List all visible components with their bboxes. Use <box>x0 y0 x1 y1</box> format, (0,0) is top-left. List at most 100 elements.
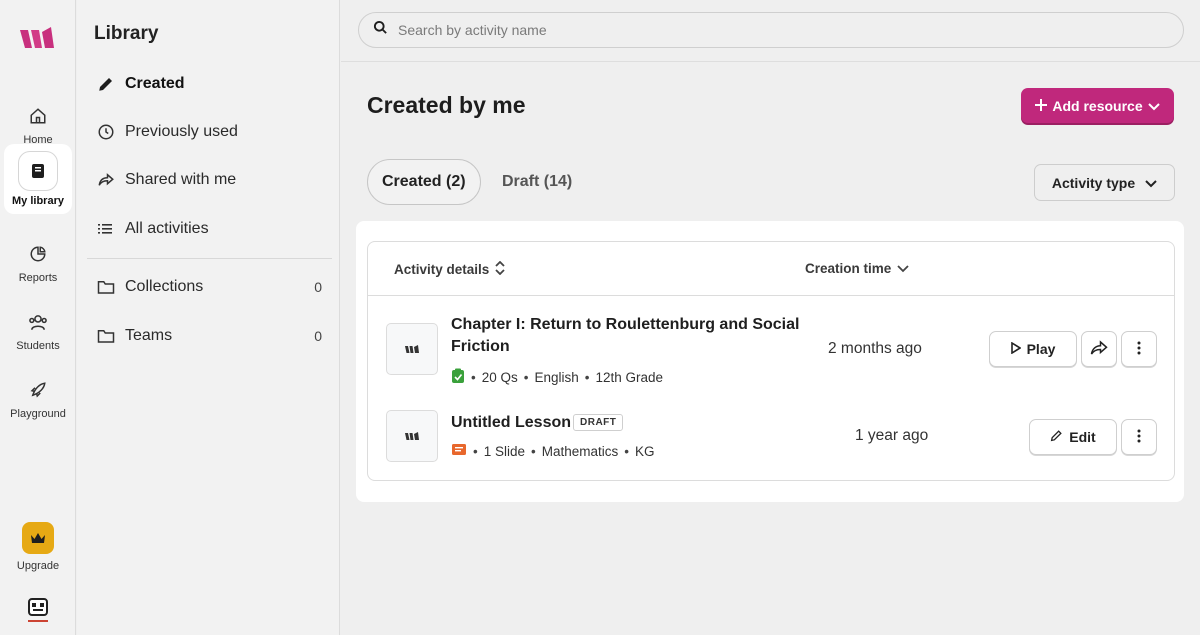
activity-type-label: Activity type <box>1051 174 1136 191</box>
folder-icon <box>96 277 116 297</box>
activity-meta: • 1 Slide • Mathematics • KG <box>451 443 655 460</box>
library-title: Library <box>94 23 159 44</box>
top-bar <box>341 0 1200 62</box>
rocket-icon <box>26 378 50 402</box>
creation-time: 1 year ago <box>855 427 929 444</box>
rail-label-my-library: My library <box>12 195 64 207</box>
table-header: Activity details Creation time <box>368 242 1174 296</box>
column-label: Activity details <box>394 262 490 277</box>
sort-icon <box>495 260 505 278</box>
activity-thumbnail <box>386 323 438 375</box>
tab-created[interactable]: Created (2) <box>367 159 481 205</box>
activity-title[interactable]: Untitled Lesson <box>451 412 571 434</box>
activity-meta: • 20 Qs • English • 12th Grade <box>451 368 663 387</box>
separator: • <box>471 370 476 385</box>
crown-icon <box>22 522 54 554</box>
library-item-previously-used[interactable]: Previously used <box>87 112 332 152</box>
activity-thumbnail <box>386 410 438 462</box>
rail-label-playground: Playground <box>10 408 66 420</box>
play-icon <box>1010 341 1022 357</box>
more-options-button[interactable] <box>1121 419 1157 455</box>
app-logo-icon <box>405 345 419 353</box>
add-resource-button[interactable]: Add resource <box>1021 88 1174 123</box>
play-button[interactable]: Play <box>989 331 1077 367</box>
chevron-down-icon <box>897 261 909 276</box>
table-row[interactable]: Untitled Lesson DRAFT • 1 Slide • Mathem… <box>368 391 1174 480</box>
nav-rail: Home My library Reports Students Playgro… <box>0 0 76 635</box>
rail-label-students: Students <box>16 340 60 352</box>
add-resource-label: Add resource <box>1052 97 1143 114</box>
rail-item-students[interactable]: Students <box>4 296 72 366</box>
separator: • <box>584 370 590 385</box>
rail-label-upgrade: Upgrade <box>16 560 60 572</box>
folder-icon <box>96 326 116 346</box>
search-input[interactable] <box>398 22 1158 38</box>
separator: • <box>531 444 536 459</box>
folder-count: 0 <box>314 328 322 344</box>
activities-table: Activity details Creation time Chapter I… <box>367 241 1175 481</box>
draft-badge: DRAFT <box>573 414 624 431</box>
folder-count: 0 <box>314 279 322 295</box>
subject: Mathematics <box>541 444 619 459</box>
grade: KG <box>635 444 655 459</box>
lesson-icon <box>451 443 467 460</box>
rail-item-my-library[interactable]: My library <box>4 144 72 214</box>
library-item-label: Shared with me <box>125 171 237 188</box>
rail-item-upgrade[interactable]: Upgrade <box>4 512 72 582</box>
activity-title[interactable]: Chapter I: Return to Roulettenburg and S… <box>451 314 799 358</box>
question-count: 20 Qs <box>481 370 518 385</box>
page-title: Created by me <box>367 92 526 118</box>
rail-item-reports[interactable]: Reports <box>4 228 72 298</box>
rail-item-playground[interactable]: Playground <box>4 364 72 434</box>
grade: 12th Grade <box>595 370 664 385</box>
tab-draft[interactable]: Draft (14) <box>488 159 586 205</box>
library-item-label: Previously used <box>125 123 238 140</box>
library-item-label: All activities <box>125 220 209 237</box>
library-folder-collections[interactable]: Collections 0 <box>87 267 332 307</box>
share-icon <box>96 170 116 190</box>
library-item-shared-with-me[interactable]: Shared with me <box>87 160 332 200</box>
more-vertical-icon <box>1137 341 1141 358</box>
pencil-icon <box>1050 429 1063 445</box>
avatar[interactable] <box>16 590 60 630</box>
creation-time: 2 months ago <box>828 340 922 357</box>
play-label: Play <box>1026 341 1056 357</box>
clock-icon <box>96 122 116 142</box>
pie-chart-icon <box>26 242 50 266</box>
edit-button[interactable]: Edit <box>1029 419 1117 455</box>
library-divider <box>87 258 332 259</box>
app-logo[interactable] <box>18 24 58 54</box>
plus-icon <box>1035 98 1048 114</box>
library-panel: Library Created Previously used Shared w… <box>77 0 340 635</box>
edit-label: Edit <box>1069 429 1096 445</box>
chevron-down-icon <box>1147 98 1160 114</box>
table-row[interactable]: Chapter I: Return to Roulettenburg and S… <box>368 297 1174 391</box>
column-creation-time[interactable]: Creation time <box>805 261 909 276</box>
library-item-created[interactable]: Created <box>87 64 332 104</box>
main-content: Created by me Add resource Created (2) D… <box>341 0 1200 635</box>
library-folder-label: Collections <box>125 278 204 295</box>
home-icon <box>26 104 50 128</box>
users-icon <box>26 310 50 334</box>
search-icon <box>373 20 388 40</box>
column-activity-details[interactable]: Activity details <box>394 260 505 278</box>
share-button[interactable] <box>1081 331 1117 367</box>
pencil-icon <box>96 74 116 94</box>
activities-card: Activity details Creation time Chapter I… <box>356 221 1184 502</box>
library-item-all-activities[interactable]: All activities <box>87 209 332 249</box>
quiz-icon <box>451 368 465 387</box>
activity-type-dropdown[interactable]: Activity type <box>1034 164 1175 201</box>
library-folder-label: Teams <box>125 327 173 344</box>
more-options-button[interactable] <box>1121 331 1157 367</box>
chevron-down-icon <box>1145 175 1157 191</box>
book-icon <box>18 151 58 191</box>
subject: English <box>534 370 579 385</box>
app-logo-icon <box>405 432 419 440</box>
separator: • <box>473 444 478 459</box>
separator: • <box>624 444 630 459</box>
search-bar[interactable] <box>358 12 1184 48</box>
slide-count: 1 Slide <box>483 444 526 459</box>
library-folder-teams[interactable]: Teams 0 <box>87 316 332 356</box>
column-label: Creation time <box>805 261 892 276</box>
rail-label-reports: Reports <box>18 272 58 284</box>
